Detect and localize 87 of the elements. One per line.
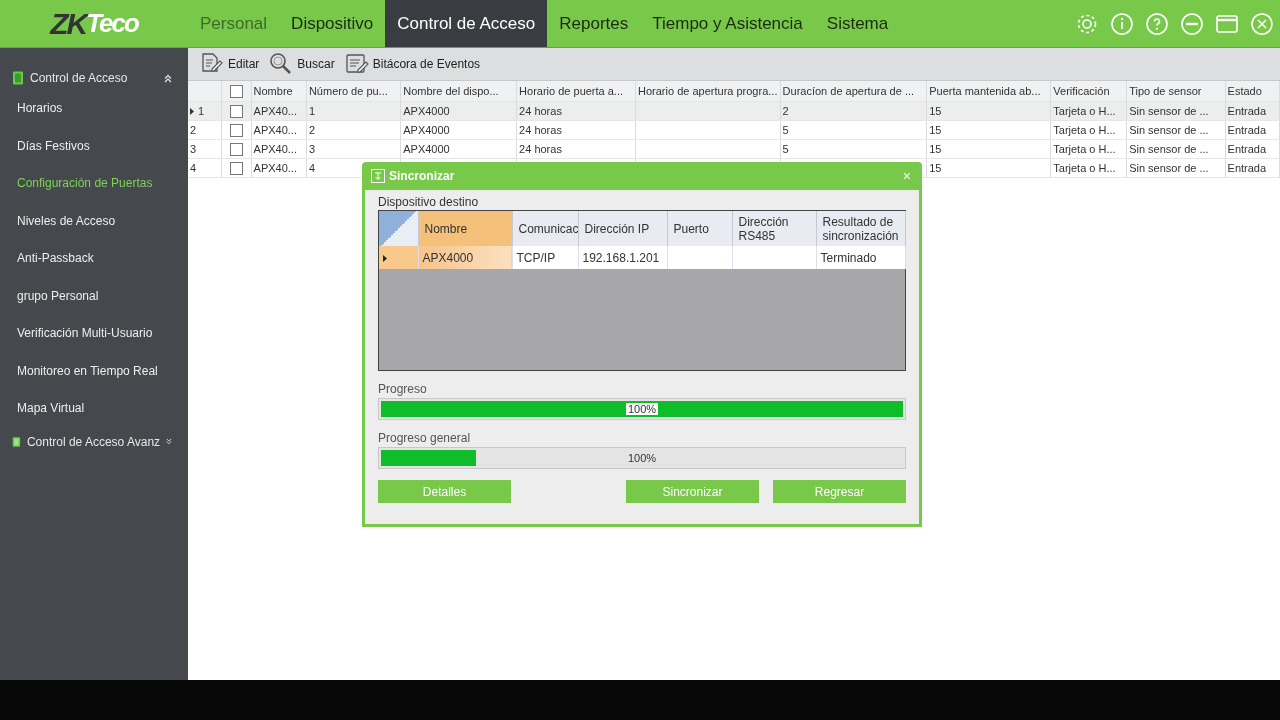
pointer-icon (190, 108, 194, 115)
table-cell: Tarjeta o H... (1050, 139, 1127, 159)
column-header[interactable]: Número de pu... (306, 81, 401, 102)
table-cell: 24 horas (516, 120, 636, 140)
column-header[interactable]: Estado (1225, 81, 1280, 102)
sidebar-item[interactable]: grupo Personal (0, 277, 188, 315)
sidebar-item[interactable]: Configuración de Puertas (0, 165, 188, 203)
column-header[interactable]: Duracíon de apertura de ... (780, 81, 927, 102)
table-cell: 15 (926, 139, 1051, 159)
table-cell: 15 (926, 158, 1051, 178)
sidebar-item[interactable]: Horarios (0, 90, 188, 128)
info-icon[interactable] (1110, 11, 1134, 36)
nav-tab[interactable]: Tiempo y Asistencia (640, 0, 815, 47)
section-label: Dispositivo destino (378, 194, 480, 210)
progress-label: Progreso general (378, 430, 472, 447)
sidebar-item[interactable]: Anti-Passback (0, 240, 188, 278)
toolbar-button[interactable]: Editar (200, 52, 260, 76)
column-header[interactable]: Puerta mantenida ab... (926, 81, 1051, 102)
table-cell: APX4000 (400, 139, 517, 159)
table-cell: 2 (306, 120, 401, 140)
sidebar-item[interactable]: Días Festivos (0, 127, 188, 165)
column-header[interactable]: Tipo de sensor (1126, 81, 1226, 102)
nav-tab[interactable]: Control de Acceso (385, 0, 548, 47)
table-cell: Entrada (1225, 139, 1280, 159)
checkbox[interactable] (229, 123, 243, 137)
pointer-icon (383, 254, 387, 262)
sidebar-item[interactable]: Monitoreo en Tiempo Real (0, 352, 188, 390)
minimize-icon[interactable] (1180, 11, 1204, 36)
logo-text: ZK (50, 6, 87, 41)
table-cell: TCP/IP (512, 246, 578, 269)
table-cell: Tarjeta o H... (1050, 120, 1127, 140)
table-cell: 24 horas (516, 139, 636, 159)
door-icon (12, 71, 24, 85)
row-header[interactable]: 3 (188, 139, 222, 159)
row-header[interactable]: 2 (188, 120, 222, 140)
table-cell: APX40... (251, 158, 307, 178)
nav-tab[interactable]: Sistema (814, 0, 901, 47)
table-cell: APX40... (251, 120, 307, 140)
nav-tab[interactable]: Reportes (547, 0, 641, 47)
sidebar-section-header[interactable]: Control de Acceso (0, 66, 188, 90)
table-cell: Terminado (816, 246, 905, 269)
checkbox[interactable] (229, 142, 243, 156)
notepad-icon (344, 52, 369, 76)
table-cell: Sin sensor de ... (1126, 139, 1226, 159)
column-header[interactable]: Resultado de sincronización (816, 211, 905, 246)
column-header[interactable]: Dirección IP (578, 211, 667, 246)
column-header[interactable]: Nombre (251, 81, 307, 102)
close-icon[interactable] (1250, 11, 1274, 36)
table-cell: 5 (780, 139, 927, 159)
checkbox[interactable] (229, 84, 243, 98)
row-header[interactable]: 4 (188, 158, 222, 178)
table-cell: APX40... (251, 139, 307, 159)
door-icon (12, 434, 21, 449)
column-header[interactable]: Dirección RS485 (732, 211, 816, 246)
progress-label: Progreso (378, 381, 428, 398)
grid-corner (379, 211, 418, 246)
row-header[interactable] (379, 246, 418, 269)
table-cell: 15 (926, 120, 1051, 140)
column-header[interactable]: Horario de apertura progra... (635, 81, 781, 102)
column-header[interactable]: Horario de puerta a... (516, 81, 636, 102)
sidebar-item[interactable]: Mapa Virtual (0, 390, 188, 428)
progress-reading: 100% (626, 452, 658, 464)
sidebar-section-header[interactable]: Control de Acceso Avanz (0, 429, 188, 454)
column-header[interactable]: Verificación (1050, 81, 1127, 102)
sidebar-item[interactable]: Niveles de Acceso (0, 202, 188, 240)
toolbar-button[interactable]: Buscar (269, 52, 335, 76)
table-cell: 5 (780, 120, 927, 140)
column-header[interactable]: Nombre (418, 211, 512, 246)
nav-tab[interactable]: Dispositivo (279, 0, 386, 47)
sync-icon (371, 169, 385, 183)
table-cell: Sin sensor de ... (1126, 120, 1226, 140)
toolbar-button[interactable]: Bitácora de Eventos (344, 52, 481, 76)
progress-reading: 100% (625, 403, 659, 415)
checkbox[interactable] (229, 104, 243, 118)
table-cell: 3 (306, 139, 401, 159)
table-cell: APX4000 (418, 246, 512, 269)
checkbox[interactable] (229, 161, 243, 175)
column-header[interactable]: Puerto (667, 211, 732, 246)
table-cell: Sin sensor de ... (1126, 158, 1226, 178)
table-cell: APX4000 (400, 120, 517, 140)
table-cell: Tarjeta o H... (1050, 158, 1127, 178)
table-cell: Entrada (1225, 158, 1280, 178)
table-cell: 192.168.1.201 (578, 246, 667, 269)
column-header[interactable]: Nombre del dispo... (400, 81, 517, 102)
sidebar-item[interactable]: Verificación Multi-Usuario (0, 315, 188, 353)
help-icon[interactable] (1145, 11, 1169, 36)
table-cell: Entrada (1225, 120, 1280, 140)
